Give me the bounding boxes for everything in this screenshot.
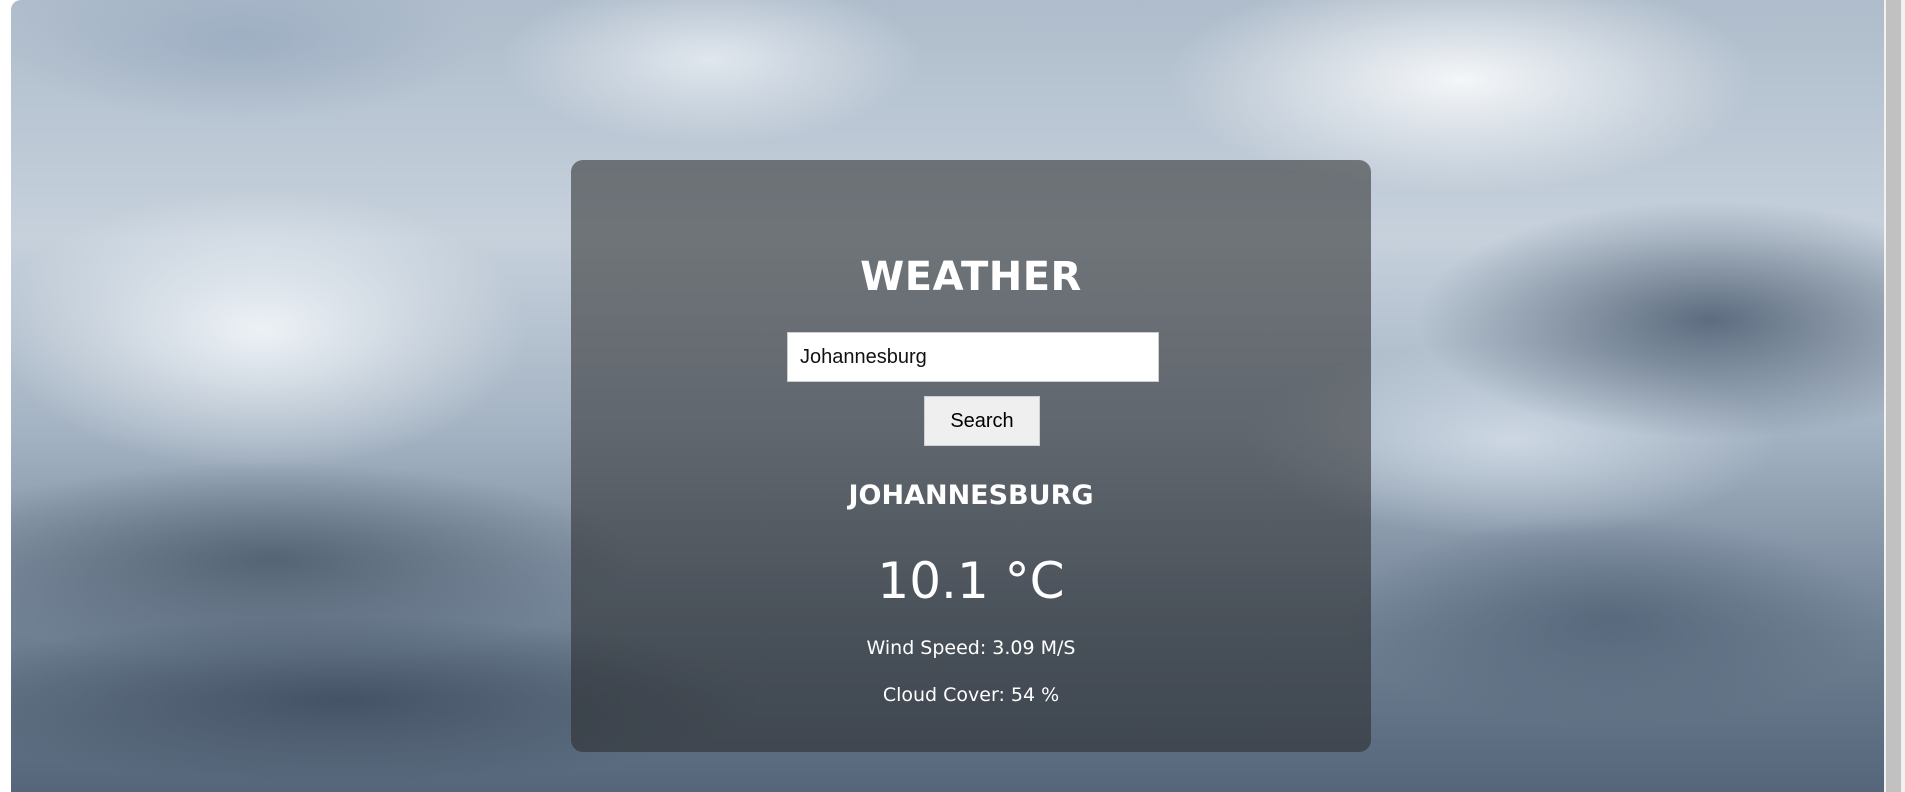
search-button[interactable]: Search [924, 396, 1040, 446]
app-title: WEATHER [860, 254, 1082, 300]
city-name: JOHANNESBURG [848, 480, 1094, 511]
weather-card: WEATHER Search JOHANNESBURG 10.1 °C Wind… [571, 160, 1371, 752]
cloud-cover-text: Cloud Cover: 54 % [882, 684, 1060, 706]
wind-speed-text: Wind Speed: 3.09 M/S [866, 637, 1076, 659]
vertical-scrollbar[interactable] [1884, 0, 1905, 792]
city-search-input[interactable] [787, 332, 1159, 382]
scrollbar-thumb[interactable] [1886, 0, 1901, 792]
sky-background: WEATHER Search JOHANNESBURG 10.1 °C Wind… [11, 0, 1884, 792]
temperature-value: 10.1 °C [877, 552, 1065, 610]
